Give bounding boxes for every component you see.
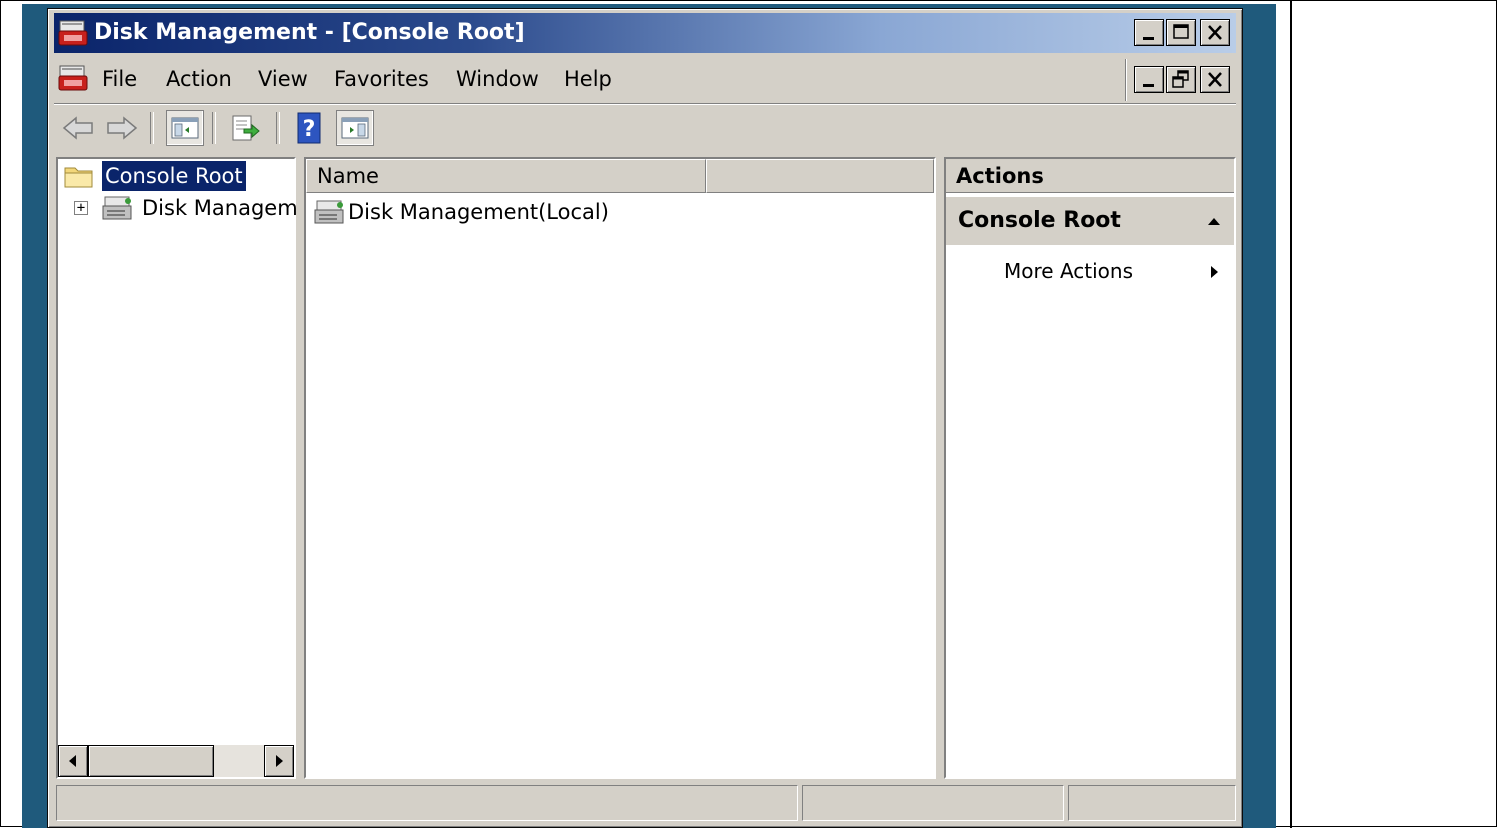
menu-window[interactable]: Window — [456, 66, 539, 92]
list-item-label: Disk Management(Local) — [348, 200, 609, 224]
tree-item-label: Console Root — [102, 161, 246, 191]
scroll-right-button[interactable] — [264, 745, 294, 777]
export-list-button[interactable] — [226, 110, 264, 146]
show-hide-console-tree-icon — [171, 117, 199, 139]
child-close-button[interactable] — [1200, 66, 1230, 93]
mmc-window: Disk Management - [Console Root] File Ac… — [47, 8, 1243, 828]
toolbar-separator — [212, 112, 216, 144]
title-bar[interactable]: Disk Management - [Console Root] — [54, 13, 1236, 53]
arrow-left-icon — [69, 755, 76, 767]
disk-management-icon — [58, 20, 88, 46]
forward-icon — [107, 116, 138, 140]
console-tree-pane: Console Root + Disk Manageme — [56, 157, 311, 779]
more-actions-item[interactable]: More Actions — [946, 255, 1234, 287]
close-icon — [1208, 25, 1222, 40]
menu-file[interactable]: File — [102, 66, 137, 92]
actions-section-console-root[interactable]: Console Root — [946, 197, 1234, 245]
menu-bar: File Action View Favorites Window Help — [54, 57, 1236, 101]
minimize-icon — [1143, 84, 1154, 87]
menu-view[interactable]: View — [258, 66, 308, 92]
scroll-left-button[interactable] — [58, 745, 88, 777]
toolbar: ? — [54, 103, 1236, 152]
window-title: Disk Management - [Console Root] — [94, 20, 525, 45]
export-list-icon — [232, 115, 260, 141]
menu-action[interactable]: Action — [166, 66, 232, 92]
column-header-name[interactable]: Name — [306, 159, 706, 193]
maximize-icon — [1173, 24, 1189, 39]
scroll-thumb[interactable] — [88, 745, 214, 777]
show-hide-console-tree-button[interactable] — [166, 110, 204, 146]
close-icon — [1208, 72, 1222, 87]
back-button[interactable] — [60, 110, 98, 146]
system-menu-icon[interactable] — [58, 63, 88, 93]
help-button[interactable]: ? — [290, 110, 328, 146]
menu-help[interactable]: Help — [564, 66, 612, 92]
actions-section-title: Console Root — [958, 208, 1121, 233]
tree-item-label: Disk Manageme — [142, 196, 311, 220]
show-hide-action-pane-button[interactable] — [336, 110, 374, 146]
actions-header: Actions — [946, 159, 1234, 193]
close-button[interactable] — [1200, 19, 1230, 46]
tree-expander[interactable]: + — [74, 201, 88, 215]
column-header-empty[interactable] — [706, 159, 934, 193]
actions-splitter[interactable] — [936, 157, 944, 779]
folder-icon — [64, 167, 93, 188]
minimize-icon — [1143, 37, 1154, 40]
toolbar-separator — [150, 112, 154, 144]
minimize-button[interactable] — [1134, 19, 1164, 46]
toolbar-separator — [276, 112, 280, 144]
status-bar-segment-1 — [56, 785, 798, 821]
disk-management-icon — [314, 200, 344, 224]
child-minimize-button[interactable] — [1134, 66, 1164, 93]
disk-management-icon — [102, 196, 132, 220]
restore-icon — [1172, 70, 1189, 88]
collapse-up-icon — [1208, 218, 1220, 225]
maximize-button[interactable] — [1166, 19, 1196, 46]
tree-splitter[interactable] — [296, 157, 304, 779]
back-icon — [62, 116, 93, 140]
child-window-controls — [1125, 59, 1236, 101]
actions-pane: Actions Console Root More Actions — [944, 157, 1236, 779]
status-bar-segment-3 — [1068, 785, 1236, 821]
submenu-arrow-icon — [1211, 266, 1218, 278]
menu-favorites[interactable]: Favorites — [334, 66, 429, 92]
svg-text:?: ? — [303, 117, 316, 142]
forward-button[interactable] — [102, 110, 140, 146]
table-cell-divider — [1290, 0, 1292, 828]
help-icon: ? — [297, 112, 321, 144]
horizontal-scrollbar[interactable] — [58, 745, 294, 777]
results-pane: Name Disk Management(Local) — [304, 157, 936, 779]
status-bar-segment-2 — [802, 785, 1064, 821]
show-hide-action-pane-icon — [341, 117, 369, 139]
child-restore-button[interactable] — [1166, 66, 1196, 93]
arrow-right-icon — [276, 755, 283, 767]
more-actions-label: More Actions — [1004, 259, 1133, 283]
